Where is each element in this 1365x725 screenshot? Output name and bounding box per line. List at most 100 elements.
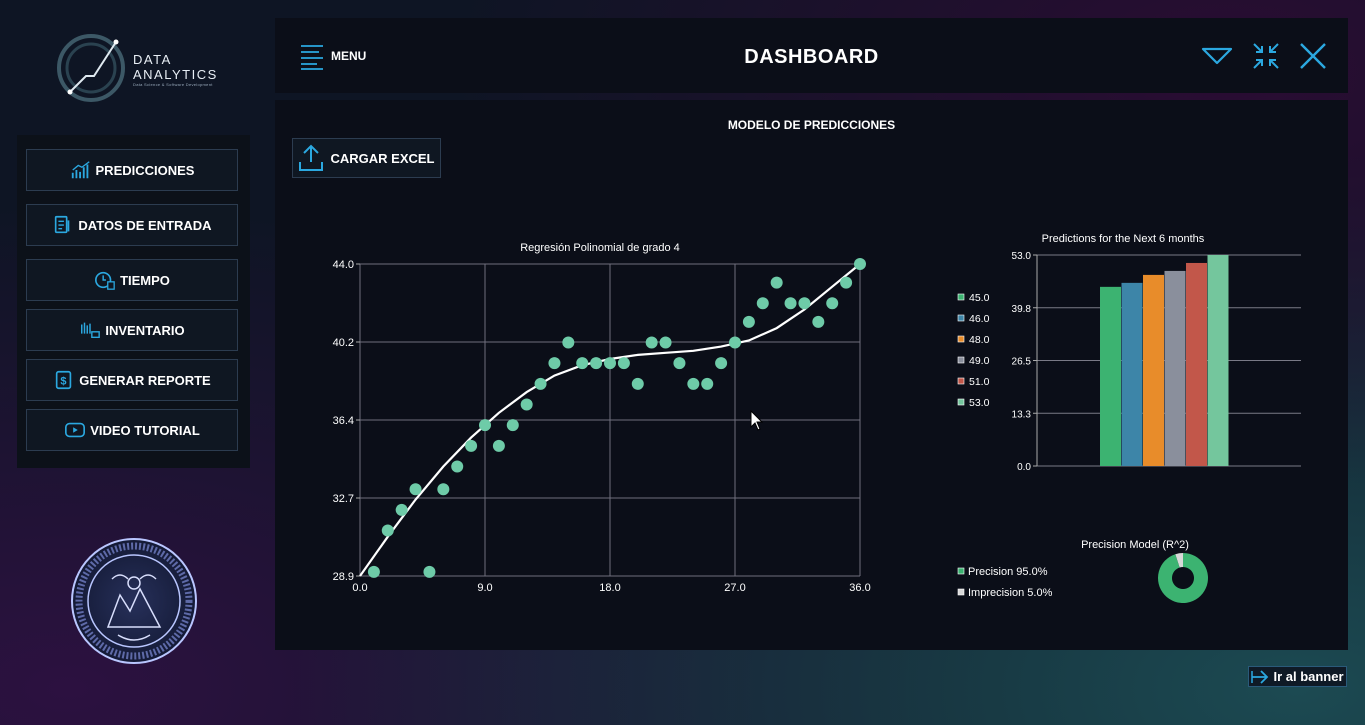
sidebar-item-label: GENERAR REPORTE (79, 372, 211, 388)
chart-icon (71, 161, 90, 179)
scatter-point (701, 377, 714, 390)
minimize-icon[interactable] (1201, 40, 1233, 72)
y-tick-label: 40.2 (333, 337, 354, 349)
logo-icon (57, 34, 125, 102)
bar-y-tick-label: 39.8 (1012, 304, 1032, 315)
inventory-icon (81, 322, 101, 339)
scatter-point (479, 419, 491, 432)
bar (1207, 255, 1229, 466)
pie-chart-title: Precision Model (R^2) (1081, 539, 1189, 551)
legend-label: 53.0 (969, 397, 990, 409)
upload-label: CARGAR EXCEL (330, 150, 435, 166)
sidebar-item-video-tutorial[interactable]: VIDEO TUTORIAL (26, 409, 238, 451)
scatter-point (437, 483, 450, 496)
scatter-point (812, 315, 825, 328)
chart-title: Regresión Polinomial de grado 4 (520, 242, 680, 254)
scatter-point (840, 276, 853, 289)
scatter-point (631, 377, 644, 390)
upload-excel-button[interactable]: CARGAR EXCEL (292, 138, 441, 178)
scatter-point (659, 336, 672, 349)
restore-window-icon[interactable] (1250, 40, 1282, 72)
scatter-point (756, 297, 769, 310)
x-tick-label: 9.0 (477, 582, 492, 594)
legend-swatch (957, 314, 965, 322)
model-title: MODELO DE PREDICCIONES (727, 118, 896, 132)
scatter-point (604, 357, 616, 370)
scatter-point (770, 276, 783, 289)
scatter-point (409, 483, 422, 496)
scatter-point (715, 357, 728, 370)
main-panel: MODELO DE PREDICCIONES CARGAR EXCEL Regr… (275, 100, 1348, 650)
scatter-point (590, 357, 603, 370)
x-tick-label: 36.0 (849, 582, 870, 594)
x-tick-label: 0.0 (352, 582, 367, 594)
sidebar-item-label: INVENTARIO (105, 322, 185, 338)
data-icon (55, 215, 70, 234)
sidebar-item-label: PREDICCIONES (95, 162, 195, 178)
svg-text:$: $ (61, 376, 67, 388)
scatter-point (645, 336, 658, 349)
pie-legend-label: Precision 95.0% (968, 566, 1048, 578)
banner-label: Ir al banner (1273, 669, 1344, 684)
scatter-point (798, 297, 811, 310)
report-icon: $ (56, 370, 72, 390)
regression-chart: Regresión Polinomial de grado 4 0.0 9.0 18… (333, 242, 871, 594)
bar-chart-title: Predictions for the Next 6 months (1042, 233, 1205, 245)
go-to-banner-button[interactable]: Ir al banner (1248, 666, 1347, 687)
sidebar-item-datos-de-entrada[interactable]: DATOS DE ENTRADA (26, 204, 238, 246)
app-logo: DATA ANALYTICS Data Science & Software D… (56, 32, 226, 104)
legend-label: 45.0 (969, 292, 990, 304)
legend-label: 51.0 (969, 376, 990, 388)
video-icon (65, 422, 86, 438)
scatter-point (854, 258, 866, 270)
sidebar-item-tiempo[interactable]: TIEMPO (26, 259, 238, 301)
sidebar-item-predicciones[interactable]: PREDICCIONES (26, 149, 238, 191)
scatter-point (381, 524, 394, 537)
bar-y-tick-label: 26.5 (1012, 357, 1032, 368)
sidebar-item-label: VIDEO TUTORIAL (90, 422, 200, 438)
legend-label: 46.0 (969, 313, 990, 325)
pie-legend-swatch (957, 588, 965, 596)
scatter-point (423, 565, 436, 578)
legend-swatch (957, 356, 965, 364)
scatter-point (687, 377, 700, 390)
bar (1186, 262, 1207, 466)
sidebar-item-label: TIEMPO (120, 272, 170, 288)
top-bar: MENU DASHBOARD (275, 18, 1348, 93)
x-tick-label: 27.0 (724, 582, 745, 594)
bar-y-tick-label: 53.0 (1012, 251, 1032, 262)
legend-label: 48.0 (969, 334, 990, 346)
sidebar-item-inventario[interactable]: INVENTARIO (26, 309, 238, 351)
pie-slice (1158, 553, 1208, 603)
scatter-point (784, 297, 797, 310)
scatter-point (520, 398, 533, 411)
scatter-point (506, 419, 519, 432)
close-icon[interactable] (1297, 40, 1329, 72)
bar (1100, 286, 1121, 466)
legend-swatch (957, 377, 965, 385)
scatter-point (562, 336, 575, 349)
bar (1121, 282, 1143, 466)
scatter-point (548, 357, 561, 370)
sidebar-item-generar-reporte[interactable]: $ GENERAR REPORTE (26, 359, 238, 401)
x-tick-label: 18.0 (599, 582, 620, 594)
mouse-cursor-icon (750, 410, 764, 431)
y-tick-label: 28.9 (333, 571, 354, 583)
page-title: DASHBOARD (744, 46, 879, 68)
arrow-right-icon (1251, 669, 1269, 684)
clock-icon (95, 271, 115, 290)
scatter-point (729, 336, 741, 349)
pie-legend-swatch (957, 567, 965, 575)
bar-y-tick-label: 13.3 (1012, 409, 1032, 420)
legend-swatch (957, 335, 965, 343)
university-seal-icon (71, 538, 197, 664)
bar (1164, 270, 1186, 466)
scatter-point (492, 439, 505, 452)
legend-label: 49.0 (969, 355, 990, 367)
y-tick-label: 32.7 (333, 493, 354, 505)
pie-legend-label: Imprecision 5.0% (968, 587, 1053, 599)
upload-icon (299, 144, 324, 171)
legend-swatch (957, 398, 965, 406)
scatter-point (617, 357, 630, 370)
y-tick-label: 36.4 (333, 415, 354, 427)
